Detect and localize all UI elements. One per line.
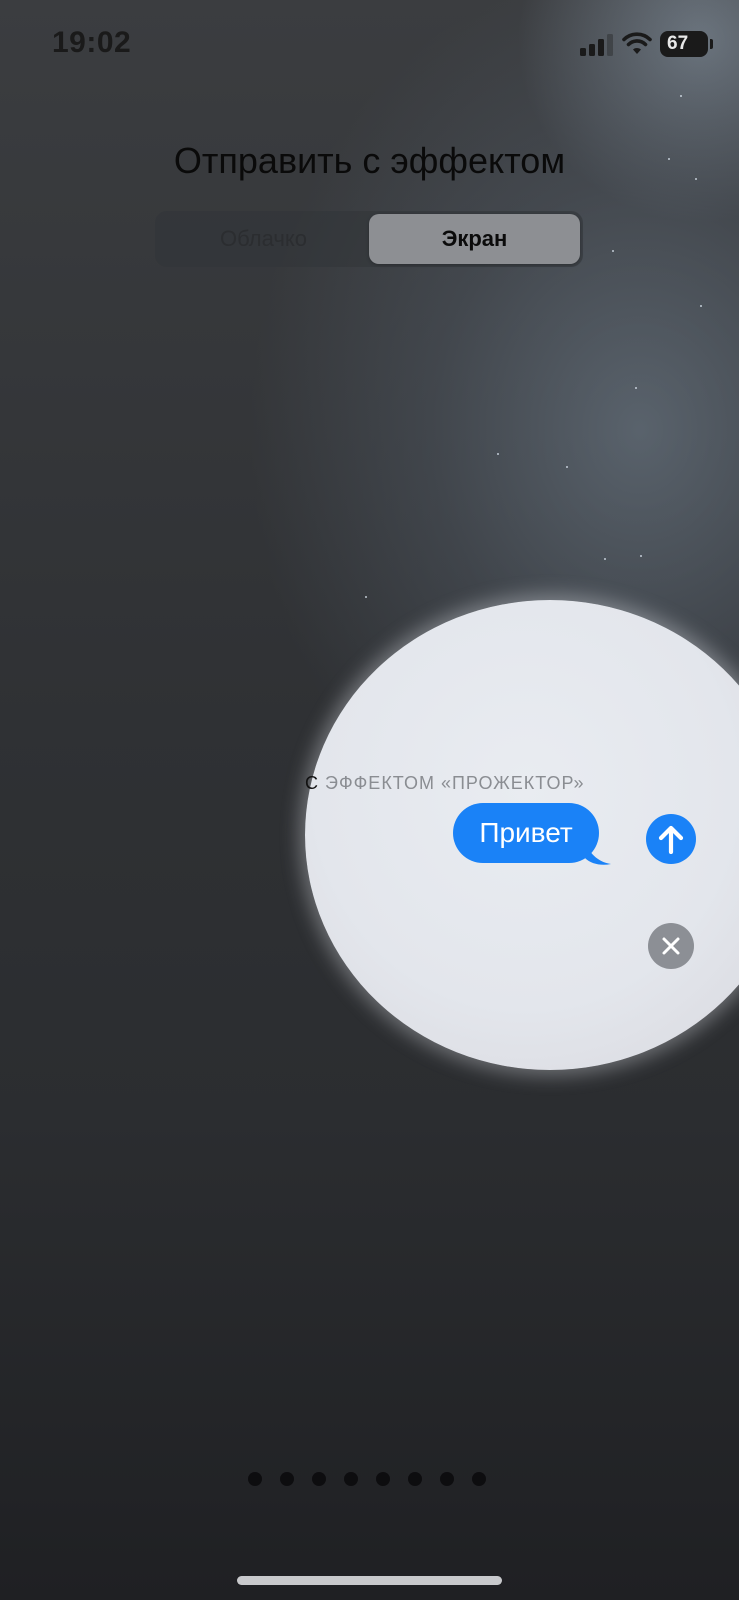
status-time: 19:02	[52, 26, 132, 59]
page-dot	[408, 1472, 422, 1486]
send-button[interactable]	[646, 814, 696, 864]
signal-icon	[580, 34, 614, 56]
star-decoration	[365, 596, 367, 598]
page-dot	[344, 1472, 358, 1486]
effect-label-prefix: С	[305, 773, 319, 793]
tab-screen[interactable]: Экран	[369, 214, 580, 264]
effect-type-segmented-control: Облачко Экран	[155, 211, 583, 267]
star-decoration	[640, 555, 642, 557]
close-icon	[662, 937, 680, 955]
tab-screen-label: Экран	[441, 226, 508, 251]
star-decoration	[668, 158, 670, 160]
page-dot	[312, 1472, 326, 1486]
message-text: Привет	[479, 817, 573, 848]
effect-description-label: С ЭФФЕКТОМ «ПРОЖЕКТОР»	[305, 773, 584, 794]
home-indicator[interactable]	[237, 1576, 502, 1585]
page-dot	[472, 1472, 486, 1486]
battery-level: 67	[667, 33, 689, 54]
star-decoration	[566, 466, 568, 468]
star-decoration	[635, 387, 637, 389]
star-decoration	[700, 305, 702, 307]
page-dot	[280, 1472, 294, 1486]
page-dot	[376, 1472, 390, 1486]
arrow-up-icon	[658, 825, 684, 854]
star-decoration	[695, 178, 697, 180]
page-indicator[interactable]	[248, 1472, 486, 1486]
status-bar: 19:02 67	[0, 0, 739, 90]
close-button[interactable]	[648, 923, 694, 969]
star-decoration	[604, 558, 606, 560]
battery-icon: 67	[660, 31, 713, 57]
page-dot	[248, 1472, 262, 1486]
wifi-icon	[622, 32, 652, 54]
star-decoration	[497, 453, 499, 455]
tab-bubble-label: Облачко	[220, 226, 307, 251]
message-bubble: Привет	[453, 803, 599, 863]
page-title: Отправить с эффектом	[173, 140, 566, 181]
effect-screen: 19:02 67 Отправить с эффектом Облачко Эк…	[0, 0, 739, 1600]
bubble-tail	[585, 842, 611, 865]
star-decoration	[680, 95, 682, 97]
star-decoration	[612, 250, 614, 252]
tab-bubble[interactable]: Облачко	[158, 214, 369, 264]
page-dot	[440, 1472, 454, 1486]
effect-label-text: ЭФФЕКТОМ «ПРОЖЕКТОР»	[319, 773, 585, 793]
